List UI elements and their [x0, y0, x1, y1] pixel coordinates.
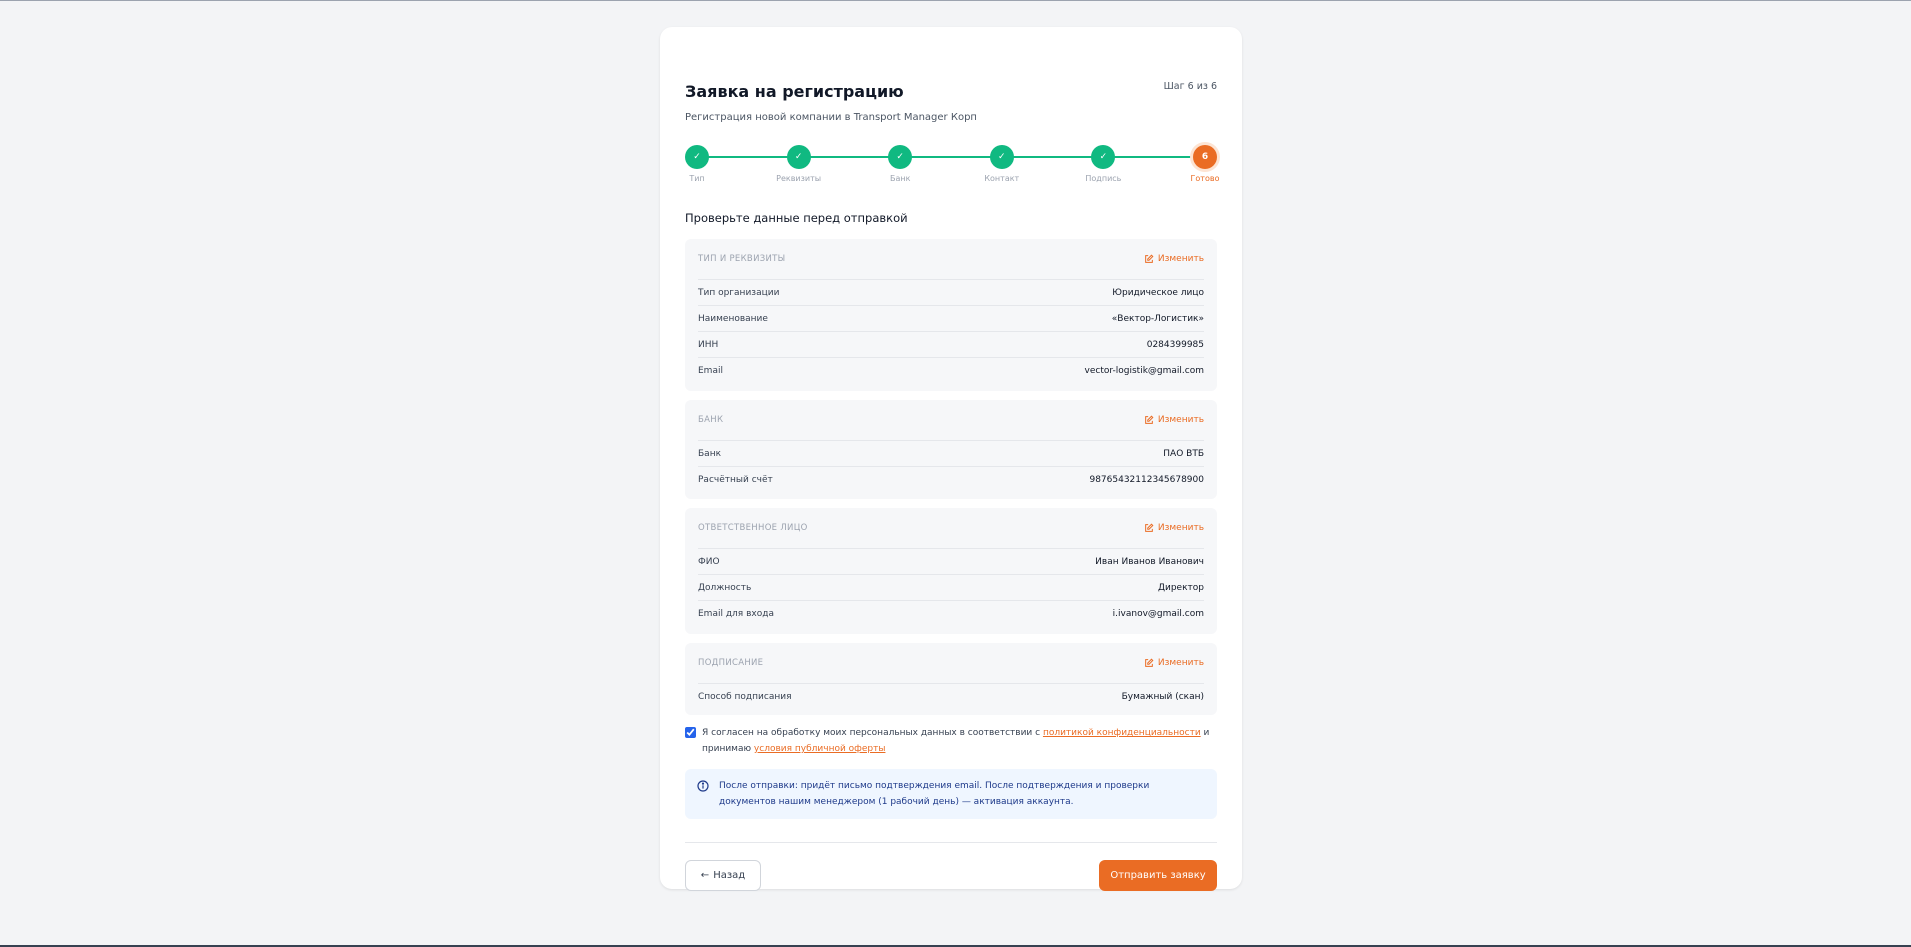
step-done: 6 Готово	[1175, 145, 1235, 183]
data-row: ФИО Иван Иванов Иванович	[698, 548, 1204, 574]
page-title: Заявка на регистрацию	[685, 82, 904, 101]
row-label: ИНН	[698, 339, 719, 350]
step-label: Тип	[689, 174, 705, 183]
row-label: Email	[698, 365, 723, 376]
section-type-requisites: ТИП И РЕКВИЗИТЫ Изменить Тип организации…	[685, 239, 1217, 391]
row-label: Наименование	[698, 313, 768, 324]
step-label: Готово	[1190, 174, 1220, 183]
edit-label: Изменить	[1157, 658, 1204, 668]
step-label: Банк	[889, 174, 911, 183]
row-label: Должность	[698, 582, 752, 593]
footer-divider	[685, 842, 1217, 843]
data-row: Email vector-logistik@gmail.com	[698, 357, 1204, 383]
data-row: Расчётный счёт 98765432112345678900	[698, 466, 1204, 492]
check-icon: ✓	[888, 145, 913, 169]
row-value: «Вектор-Логистик»	[1111, 313, 1204, 324]
edit-label: Изменить	[1157, 254, 1204, 264]
check-icon: ✓	[786, 145, 811, 169]
edit-button[interactable]: Изменить	[1144, 415, 1204, 425]
back-button[interactable]: ← Назад	[685, 860, 761, 891]
page-subtitle: Регистрация новой компании в Transport M…	[685, 112, 977, 123]
edit-icon	[1145, 658, 1154, 667]
privacy-policy-link[interactable]: политикой конфиденциальности	[1043, 728, 1201, 738]
data-row: Банк ПАО ВТБ	[698, 440, 1204, 466]
section-bank: БАНК Изменить Банк ПАО ВТБ Расчётный счёт…	[685, 400, 1217, 499]
public-offer-link[interactable]: условия публичной оферты	[754, 744, 886, 754]
info-icon	[697, 780, 709, 792]
step-number: 6	[1193, 145, 1217, 169]
step-requisites: ✓ Реквизиты	[769, 145, 829, 183]
row-label: Банк	[698, 448, 722, 459]
step-contact: ✓ Контакт	[972, 145, 1032, 183]
consent-text-before: Я согласен на обработку моих персональны…	[702, 728, 1043, 738]
arrow-left-icon: ←	[700, 870, 710, 881]
row-value: Бумажный (скан)	[1121, 691, 1204, 702]
row-value: Директор	[1157, 582, 1204, 593]
row-value: i.ivanov@gmail.com	[1112, 608, 1204, 619]
section-title: БАНК	[698, 415, 724, 425]
step-label: Реквизиты	[776, 174, 822, 183]
step-label: Контакт	[984, 174, 1020, 183]
section-responsible-person: ОТВЕТСТВЕННОЕ ЛИЦО Изменить ФИО Иван Иван…	[685, 508, 1217, 634]
row-value: Иван Иванов Иванович	[1095, 556, 1204, 567]
data-row: Email для входа i.ivanov@gmail.com	[698, 600, 1204, 626]
data-row: ИНН 0284399985	[698, 331, 1204, 357]
row-label: Тип организации	[698, 287, 780, 298]
consent-block: Я согласен на обработку моих персональны…	[685, 725, 1225, 757]
consent-checkbox[interactable]	[685, 727, 696, 738]
section-title: ОТВЕТСТВЕННОЕ ЛИЦО	[698, 523, 808, 533]
step-counter: Шаг 6 из 6	[1163, 81, 1217, 92]
edit-label: Изменить	[1157, 523, 1204, 533]
row-value: ПАО ВТБ	[1163, 448, 1204, 459]
edit-button[interactable]: Изменить	[1144, 254, 1204, 264]
submit-button[interactable]: Отправить заявку	[1099, 860, 1217, 891]
info-text: После отправки: придёт письмо подтвержде…	[719, 781, 1150, 807]
edit-icon	[1145, 415, 1154, 424]
check-icon: ✓	[989, 145, 1014, 169]
check-icon: ✓	[1091, 145, 1116, 169]
data-row: Тип организации Юридическое лицо	[698, 279, 1204, 305]
review-heading: Проверьте данные перед отправкой	[685, 211, 908, 225]
row-label: Email для входа	[698, 608, 774, 619]
row-label: Способ подписания	[698, 691, 792, 702]
step-type: ✓ Тип	[667, 145, 727, 183]
step-signature: ✓ Подпись	[1073, 145, 1133, 183]
section-title: ПОДПИСАНИЕ	[698, 658, 764, 668]
top-border	[0, 0, 1911, 1]
row-value: vector-logistik@gmail.com	[1084, 365, 1204, 376]
registration-card: Заявка на регистрацию Шаг 6 из 6 Регистр…	[660, 27, 1242, 891]
edit-button[interactable]: Изменить	[1144, 658, 1204, 668]
info-notice: После отправки: придёт письмо подтвержде…	[685, 769, 1217, 819]
data-row: Должность Директор	[698, 574, 1204, 600]
row-label: Расчётный счёт	[698, 474, 773, 485]
row-value: 98765432112345678900	[1089, 474, 1204, 485]
data-row: Наименование «Вектор-Логистик»	[698, 305, 1204, 331]
data-row: Способ подписания Бумажный (скан)	[698, 683, 1204, 709]
edit-label: Изменить	[1157, 415, 1204, 425]
edit-button[interactable]: Изменить	[1144, 523, 1204, 533]
edit-icon	[1145, 523, 1154, 532]
section-signing: ПОДПИСАНИЕ Изменить Способ подписания Бум…	[685, 643, 1217, 715]
step-bank: ✓ Банк	[870, 145, 930, 183]
edit-icon	[1145, 254, 1154, 263]
consent-text: Я согласен на обработку моих персональны…	[685, 725, 1225, 757]
back-label: Назад	[713, 870, 746, 881]
section-title: ТИП И РЕКВИЗИТЫ	[698, 254, 786, 264]
row-value: 0284399985	[1146, 339, 1204, 350]
row-value: Юридическое лицо	[1112, 287, 1204, 298]
progress-stepper: ✓ Тип ✓ Реквизиты ✓ Банк ✓ Контакт ✓ Под…	[685, 145, 1219, 187]
row-label: ФИО	[698, 556, 720, 567]
step-label: Подпись	[1085, 174, 1122, 183]
check-icon: ✓	[685, 145, 709, 169]
